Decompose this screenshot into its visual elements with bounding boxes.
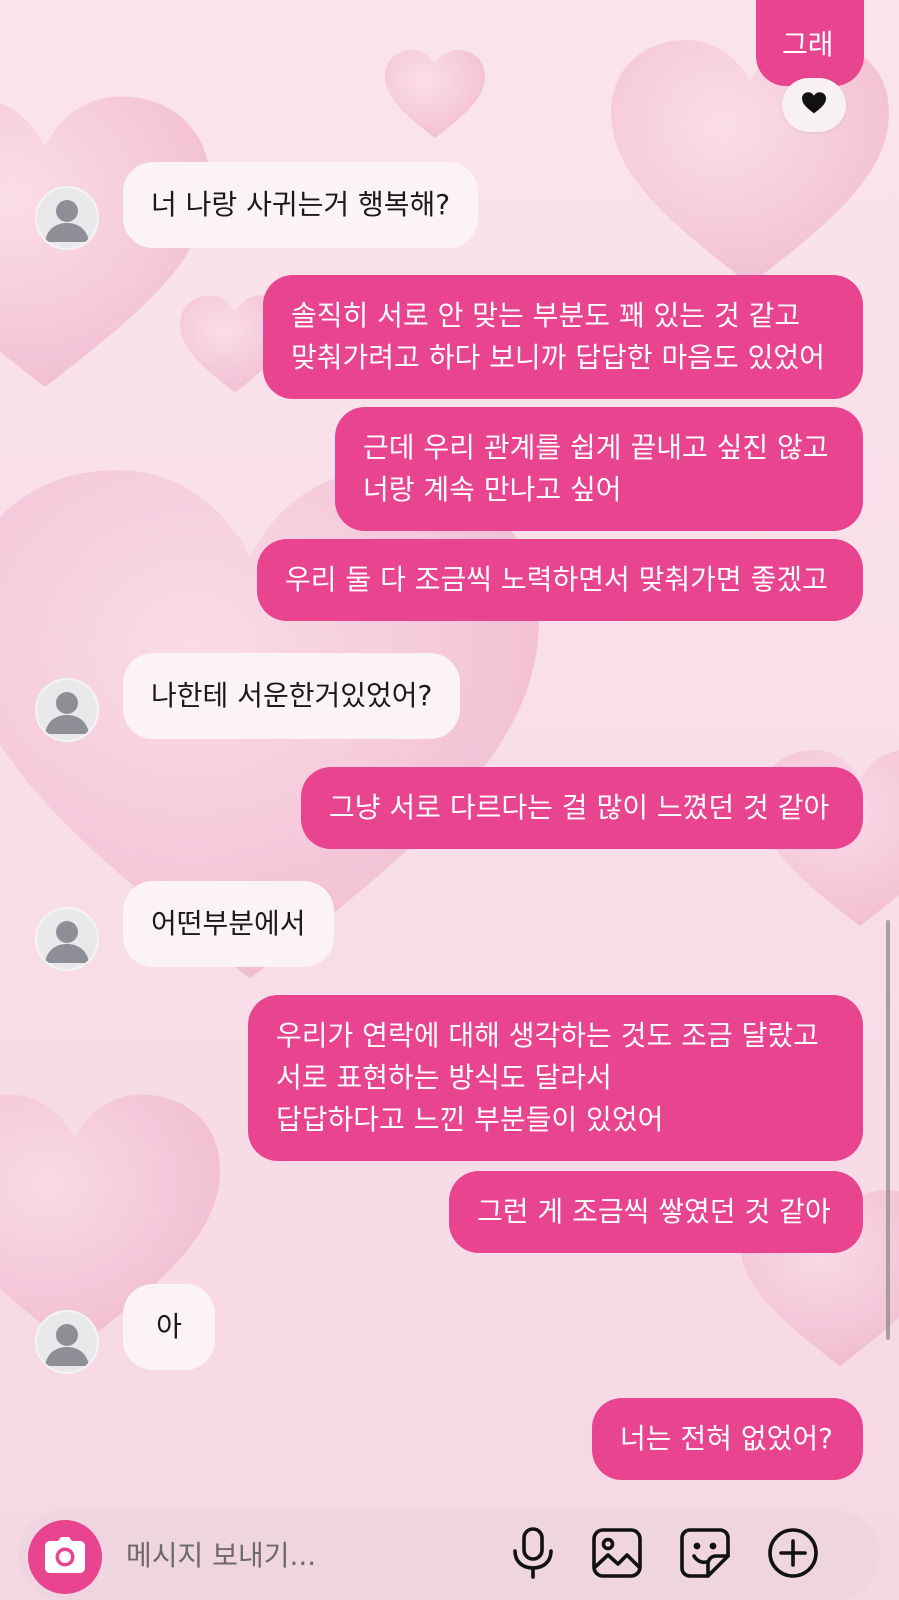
- message-bubble[interactable]: 어떤부분에서: [123, 881, 334, 967]
- message-incoming: 나한테 서운한거있었어?: [123, 653, 461, 739]
- microphone-button[interactable]: [506, 1527, 560, 1583]
- message-bubble[interactable]: 그냥 서로 다르다는 걸 많이 느꼈던 것 같아: [301, 767, 863, 849]
- message-outgoing: 근데 우리 관계를 쉽게 끝내고 싶진 않고 너랑 계속 만나고 싶어: [335, 407, 863, 531]
- message-incoming: 어떤부분에서: [123, 881, 334, 967]
- message-bubble[interactable]: 그래: [756, 0, 864, 86]
- sticker-button[interactable]: [678, 1528, 732, 1582]
- more-button[interactable]: [766, 1528, 820, 1582]
- camera-icon: [45, 1537, 85, 1577]
- message-bubble[interactable]: 나한테 서운한거있었어?: [123, 653, 461, 739]
- message-bubble[interactable]: 너 나랑 사귀는거 행복해?: [123, 162, 479, 248]
- message-bubble[interactable]: 우리가 연락에 대해 생각하는 것도 조금 달랐고 서로 표현하는 방식도 달라…: [248, 995, 863, 1161]
- message-incoming: 너 나랑 사귀는거 행복해?: [123, 162, 479, 248]
- gallery-button[interactable]: [590, 1528, 644, 1582]
- image-icon: [592, 1528, 642, 1582]
- scrollbar[interactable]: [886, 920, 890, 1340]
- plus-icon: [767, 1527, 819, 1583]
- message-bubble[interactable]: 근데 우리 관계를 쉽게 끝내고 싶진 않고 너랑 계속 만나고 싶어: [335, 407, 863, 531]
- message-bubble[interactable]: 우리 둘 다 조금씩 노력하면서 맞춰가면 좋겠고: [257, 539, 863, 621]
- avatar[interactable]: [35, 1310, 99, 1374]
- message-bubble[interactable]: 솔직히 서로 안 맞는 부분도 꽤 있는 것 같고 맞춰가려고 하다 보니까 답…: [263, 275, 863, 399]
- message-outgoing: 그래: [756, 0, 864, 86]
- camera-button[interactable]: [28, 1520, 102, 1594]
- message-outgoing: 그런 게 조금씩 쌓였던 것 같아: [449, 1171, 863, 1253]
- message-bubble[interactable]: 아: [123, 1284, 215, 1370]
- message-outgoing: 우리 둘 다 조금씩 노력하면서 맞춰가면 좋겠고: [257, 539, 863, 621]
- chat-thread: 그래 너 나랑 사귀는거 행복해? 솔직히 서로 안 맞는 부분도 꽤 있는 것…: [0, 0, 899, 1600]
- message-bubble[interactable]: 너는 전혀 없었어?: [592, 1398, 863, 1480]
- avatar[interactable]: [35, 186, 99, 250]
- avatar[interactable]: [35, 678, 99, 742]
- message-input[interactable]: [124, 1530, 508, 1580]
- message-outgoing: 우리가 연락에 대해 생각하는 것도 조금 달랐고 서로 표현하는 방식도 달라…: [248, 995, 863, 1161]
- message-composer: [18, 1510, 880, 1600]
- sticker-icon: [680, 1528, 730, 1582]
- message-incoming: 아: [123, 1284, 215, 1370]
- heart-reaction-badge[interactable]: [782, 78, 846, 132]
- message-outgoing: 그냥 서로 다르다는 걸 많이 느꼈던 것 같아: [301, 767, 863, 849]
- message-outgoing: 너는 전혀 없었어?: [592, 1398, 863, 1480]
- heart-icon: [802, 92, 826, 118]
- message-bubble[interactable]: 그런 게 조금씩 쌓였던 것 같아: [449, 1171, 863, 1253]
- message-outgoing: 솔직히 서로 안 맞는 부분도 꽤 있는 것 같고 맞춰가려고 하다 보니까 답…: [263, 275, 863, 399]
- avatar[interactable]: [35, 907, 99, 971]
- microphone-icon: [511, 1527, 555, 1583]
